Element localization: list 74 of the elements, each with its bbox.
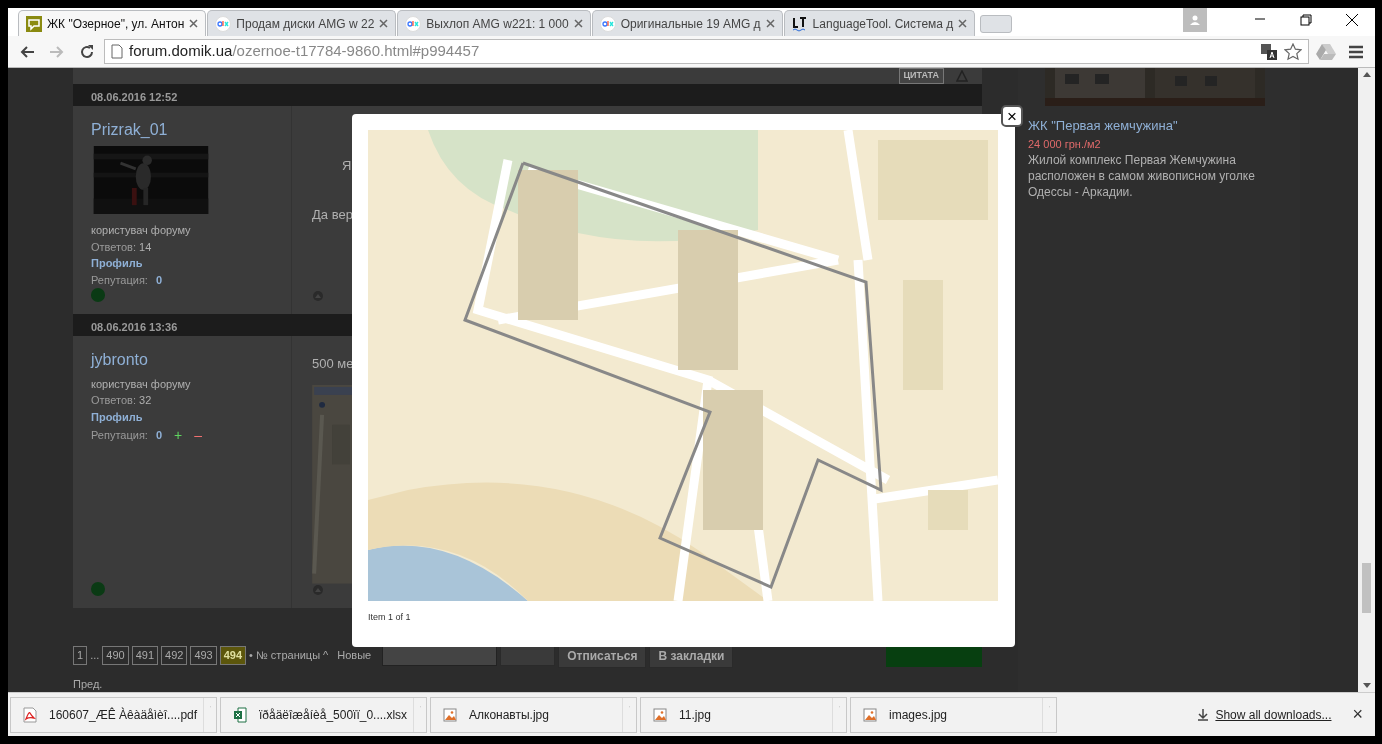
star-icon[interactable]: [1284, 42, 1302, 61]
close-icon[interactable]: [765, 19, 775, 28]
translate-icon[interactable]: [1260, 42, 1278, 61]
username-link[interactable]: jybronto: [91, 347, 273, 372]
pagination-ellipsis: ...: [90, 648, 100, 664]
username-link[interactable]: Prizrak_01: [91, 117, 273, 142]
close-icon[interactable]: [189, 19, 199, 28]
olx-favicon: [215, 15, 232, 32]
browser-tab[interactable]: ЖК "Озерное", ул. Антон: [18, 10, 207, 36]
page-icon: [111, 44, 123, 59]
previous-link[interactable]: Пред.: [73, 675, 103, 692]
address-bar[interactable]: forum.domik.ua/ozernoe-t17784-9860.html#p994457: [104, 39, 1309, 64]
page-number-label: • № страницы ^: [249, 648, 329, 664]
page-link[interactable]: 494: [219, 646, 247, 665]
scroll-down-icon[interactable]: [1362, 683, 1371, 688]
browser-tab[interactable]: Выхлоп AMG w221: 1 000: [397, 10, 591, 36]
close-icon[interactable]: [379, 19, 389, 28]
search-button[interactable]: [500, 645, 556, 666]
reply-count: Ответов: 32: [91, 393, 153, 408]
reload-icon[interactable]: [79, 43, 95, 60]
post-text: 500 ме: [312, 354, 355, 373]
menu-icon[interactable]: [1348, 44, 1364, 59]
search-field[interactable]: [382, 645, 498, 666]
close-icon[interactable]: [958, 19, 968, 28]
person-icon: [1189, 14, 1201, 26]
spreadsheet-file-icon: [233, 706, 247, 723]
scrollbar[interactable]: [1358, 68, 1375, 692]
reputation-value: 0: [155, 272, 163, 288]
restore-button[interactable]: [1299, 13, 1313, 27]
scrollbar-thumb[interactable]: [1362, 563, 1371, 613]
ad-price: 24 000 грн./м2: [1028, 136, 1102, 152]
browser-tab[interactable]: Продам диски AMG w 22: [207, 10, 397, 36]
upvote-button[interactable]: +: [174, 425, 183, 446]
image-file-icon: [863, 707, 877, 722]
image-file-icon: [653, 707, 667, 722]
forum-favicon: [26, 15, 42, 32]
new-posts-link[interactable]: Новые: [337, 647, 372, 664]
downvote-button[interactable]: –: [194, 425, 203, 446]
olx-favicon: [405, 15, 422, 32]
reputation-value: 0: [155, 428, 163, 444]
olx-favicon: [599, 15, 616, 32]
languagetool-favicon: [791, 15, 808, 32]
close-button[interactable]: ×: [1334, 701, 1375, 728]
url-text: forum.domik.ua/ozernoe-t17784-9860.html#p994457: [129, 41, 480, 62]
post-date: 08.06.2016 12:52: [73, 83, 982, 106]
post-text: Да вер: [312, 206, 354, 224]
quote-button[interactable]: ЦИТАТА: [898, 68, 944, 84]
profile-link[interactable]: Профиль: [91, 255, 273, 272]
user-role: користувач форуму: [91, 376, 192, 392]
reply-count: Ответов: 14: [91, 239, 153, 255]
post-text: Я: [342, 156, 353, 175]
scroll-up-icon[interactable]: [1362, 72, 1371, 77]
pdf-file-icon: [23, 706, 37, 723]
close-button[interactable]: [1345, 13, 1359, 27]
reputation-label: Репутация:: [91, 428, 148, 444]
download-icon: [1197, 708, 1210, 721]
profile-link[interactable]: Профиль: [91, 408, 273, 425]
image-caption: Item 1 of 1: [368, 611, 412, 624]
reputation-label: Репутация:: [91, 272, 148, 288]
show-all-downloads-link[interactable]: Show all downloads...: [1197, 705, 1332, 724]
image-file-icon: [443, 707, 457, 722]
ad-title-link[interactable]: ЖК "Первая жемчужина": [1028, 116, 1178, 136]
page-link[interactable]: 493: [190, 646, 217, 665]
ad-description: Жилой комплекс Первая Жемчужина расположен в самом живописном уголке Одессы - Аркадии.: [1028, 152, 1256, 200]
browser-tab[interactable]: LanguageTool. Система д: [783, 10, 976, 36]
browser-tab[interactable]: Оригинальные 19 AMG д: [591, 10, 783, 36]
page-link[interactable]: 492: [161, 646, 188, 665]
close-icon[interactable]: [573, 19, 583, 28]
page-link[interactable]: 491: [131, 646, 158, 665]
back-icon[interactable]: [19, 43, 35, 60]
page-link[interactable]: 1: [73, 646, 88, 665]
page-link[interactable]: 490: [102, 646, 129, 665]
close-button[interactable]: ×: [1001, 105, 1023, 127]
user-role: користувач форуму: [91, 223, 192, 239]
